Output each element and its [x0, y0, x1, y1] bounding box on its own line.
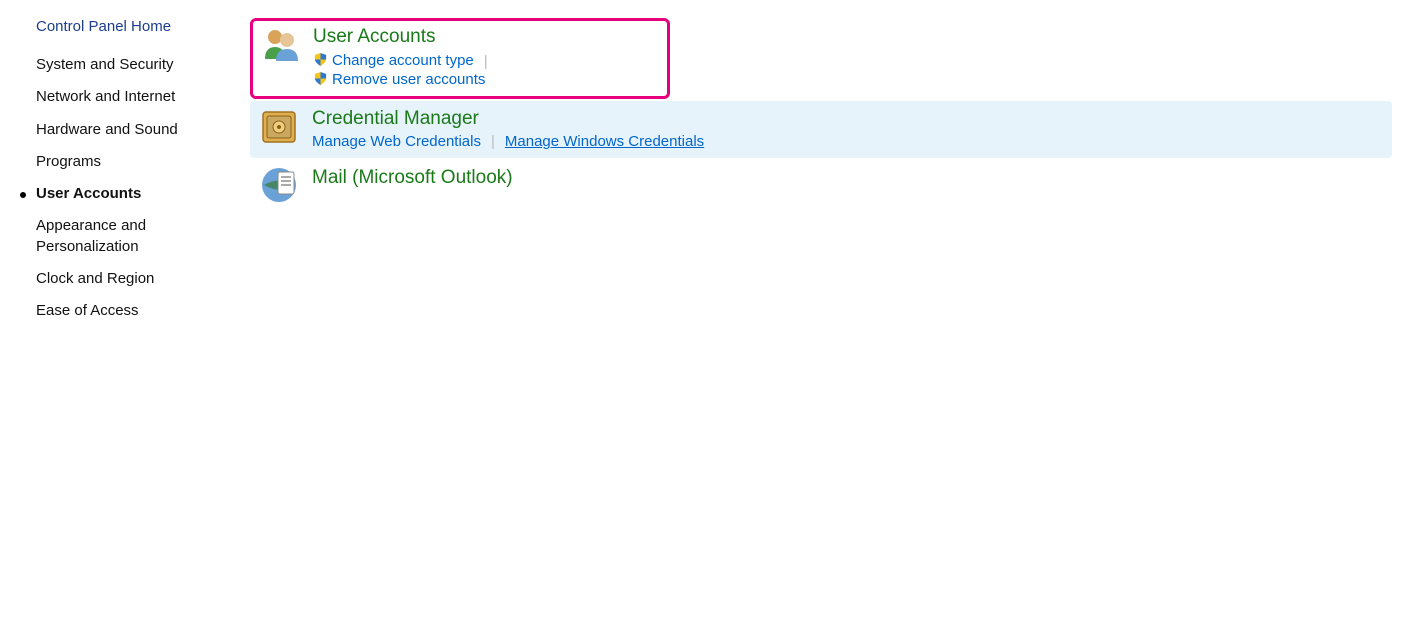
mail-icon	[260, 166, 298, 204]
panel-links: Manage Web Credentials|Manage Windows Cr…	[312, 133, 1382, 150]
sidebar-item-appearance-and-personalization[interactable]: Appearance and Personalization	[36, 216, 240, 257]
link-remove-user-accounts[interactable]: Remove user accounts	[313, 71, 485, 90]
link-manage-windows-credentials[interactable]: Manage Windows Credentials	[505, 133, 704, 150]
shield-icon	[313, 52, 328, 71]
panel-content: Credential ManagerManage Web Credentials…	[312, 107, 1382, 151]
link-label: Manage Windows Credentials	[505, 133, 704, 150]
safe-icon	[260, 107, 298, 145]
panel-content: Mail (Microsoft Outlook)	[312, 166, 1382, 191]
mail-outlook-title-link[interactable]: Mail (Microsoft Outlook)	[312, 166, 1382, 191]
shield-icon	[313, 71, 328, 90]
panel-links: Change account type|Remove user accounts	[313, 52, 659, 90]
panel-user-accounts: User AccountsChange account type|Remove …	[250, 18, 670, 99]
link-label: Manage Web Credentials	[312, 133, 481, 150]
sidebar-item-hardware-and-sound[interactable]: Hardware and Sound	[36, 120, 240, 140]
separator: |	[481, 133, 505, 150]
link-change-account-type[interactable]: Change account type	[313, 52, 474, 71]
link-label: Change account type	[332, 52, 474, 69]
sidebar-nav-list: System and Security Network and Internet H…	[36, 55, 240, 321]
sidebar-item-programs[interactable]: Programs	[36, 152, 240, 172]
separator: |	[474, 53, 498, 70]
main-content: User AccountsChange account type|Remove …	[250, 18, 1406, 333]
sidebar-item-user-accounts[interactable]: User Accounts	[36, 184, 240, 204]
link-manage-web-credentials[interactable]: Manage Web Credentials	[312, 133, 481, 150]
sidebar: Control Panel Home System and Security Ne…	[0, 18, 250, 333]
link-label: Remove user accounts	[332, 71, 485, 88]
panel-content: User AccountsChange account type|Remove …	[313, 25, 659, 90]
sidebar-item-network-and-internet[interactable]: Network and Internet	[36, 87, 240, 107]
panel-mail-outlook: Mail (Microsoft Outlook)	[250, 160, 1392, 212]
users-icon	[261, 25, 299, 63]
sidebar-item-clock-and-region[interactable]: Clock and Region	[36, 269, 240, 289]
user-accounts-title-link[interactable]: User Accounts	[313, 25, 659, 50]
credential-manager-title-link[interactable]: Credential Manager	[312, 107, 1382, 132]
sidebar-item-system-and-security[interactable]: System and Security	[36, 55, 240, 75]
control-panel-home-link[interactable]: Control Panel Home	[36, 18, 240, 35]
sidebar-item-ease-of-access[interactable]: Ease of Access	[36, 301, 240, 321]
panel-credential-manager: Credential ManagerManage Web Credentials…	[250, 101, 1392, 159]
